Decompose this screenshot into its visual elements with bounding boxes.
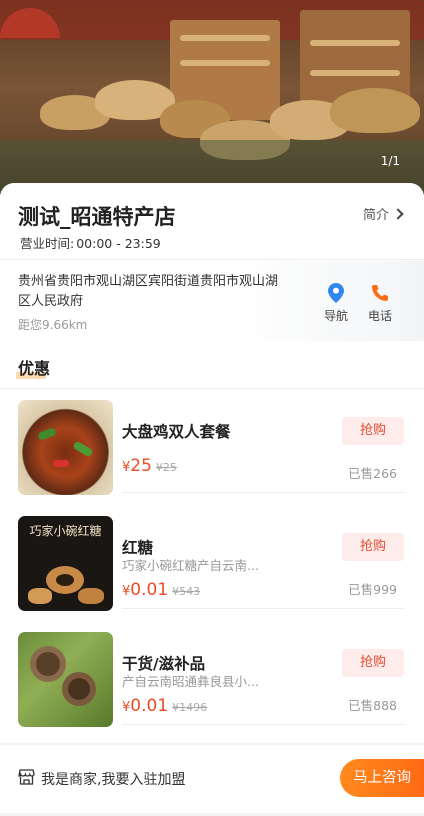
- store-distance: 距您9.66km: [18, 318, 88, 332]
- deal-thumbnail: 巧家小碗红糖: [18, 516, 113, 611]
- store-page: 1/1 测试_昭通特产店 简介 营业时间: 00:00 - 23:59 贵州省贵阳…: [0, 0, 424, 816]
- original-price: ¥25: [155, 461, 177, 474]
- navigate-label: 导航: [323, 309, 348, 323]
- hours-label: 营业时间:: [20, 236, 75, 251]
- divider: [0, 259, 424, 260]
- deal-item[interactable]: 干货/滋补品 产自云南昭通彝良县小... ¥0.01 ¥1496 抢购 已售888: [0, 632, 424, 748]
- original-price: ¥543: [172, 585, 201, 598]
- location-pin-icon: [316, 281, 356, 305]
- buy-now-button[interactable]: 抢购: [342, 417, 404, 445]
- thumbnail-caption: 巧家小碗红糖: [29, 524, 102, 538]
- deal-price: ¥25 ¥25: [122, 456, 177, 476]
- buy-now-button[interactable]: 抢购: [342, 649, 404, 677]
- store-info-card: 测试_昭通特产店 简介 营业时间: 00:00 - 23:59 贵州省贵阳市观山湖…: [0, 183, 424, 743]
- call-button[interactable]: 电话: [360, 281, 400, 324]
- divider: [0, 388, 424, 389]
- deal-thumbnail: [18, 632, 113, 727]
- deal-item[interactable]: 巧家小碗红糖 红糖 巧家小碗红糖产自云南... ¥0.01 ¥543 抢购 已售9…: [0, 516, 424, 632]
- deal-price: ¥0.01 ¥543: [122, 580, 201, 600]
- hours-value: 00:00 - 23:59: [76, 236, 161, 251]
- buy-now-button[interactable]: 抢购: [342, 533, 404, 561]
- deal-description: 产自云南昭通彝良县小...: [122, 674, 259, 689]
- deal-description: 巧家小碗红糖产自云南...: [122, 558, 259, 573]
- deal-thumbnail: [18, 400, 113, 495]
- intro-link[interactable]: 简介: [362, 204, 404, 223]
- merchant-join-text: 我是商家,我要入驻加盟: [41, 772, 186, 788]
- intro-label: 简介: [362, 208, 389, 223]
- deal-price: ¥0.01 ¥1496: [122, 696, 208, 716]
- sold-count: 已售999: [348, 582, 397, 597]
- address-block: 贵州省贵阳市观山湖区宾阳街道贵阳市观山湖区人民政府 距您9.66km 导航 电话: [0, 261, 424, 341]
- consult-now-button[interactable]: 马上咨询: [340, 759, 424, 797]
- phone-icon: [360, 281, 400, 305]
- chevron-right-icon: [392, 207, 404, 220]
- sold-count: 已售888: [348, 698, 397, 713]
- call-label: 电话: [367, 309, 392, 323]
- store-address: 贵州省贵阳市观山湖区宾阳街道贵阳市观山湖区人民政府: [18, 274, 279, 309]
- deal-item[interactable]: 大盘鸡双人套餐 ¥25 ¥25 抢购 已售266: [0, 400, 424, 516]
- store-name: 测试_昭通特产店: [18, 205, 176, 229]
- merchant-join-link[interactable]: 我是商家,我要入驻加盟: [18, 769, 185, 789]
- banner-counter: 1/1: [380, 154, 400, 168]
- deal-name: 大盘鸡双人套餐: [122, 423, 231, 441]
- store-banner-image[interactable]: 1/1: [0, 0, 424, 195]
- original-price: ¥1496: [172, 701, 208, 714]
- sold-count: 已售266: [348, 466, 397, 481]
- store-icon: [18, 769, 35, 789]
- bottom-bar: 我是商家,我要入驻加盟 马上咨询: [0, 745, 424, 813]
- business-hours: 营业时间: 00:00 - 23:59: [18, 233, 161, 252]
- navigate-button[interactable]: 导航: [316, 281, 356, 324]
- section-title-discounts: 优惠: [16, 359, 51, 379]
